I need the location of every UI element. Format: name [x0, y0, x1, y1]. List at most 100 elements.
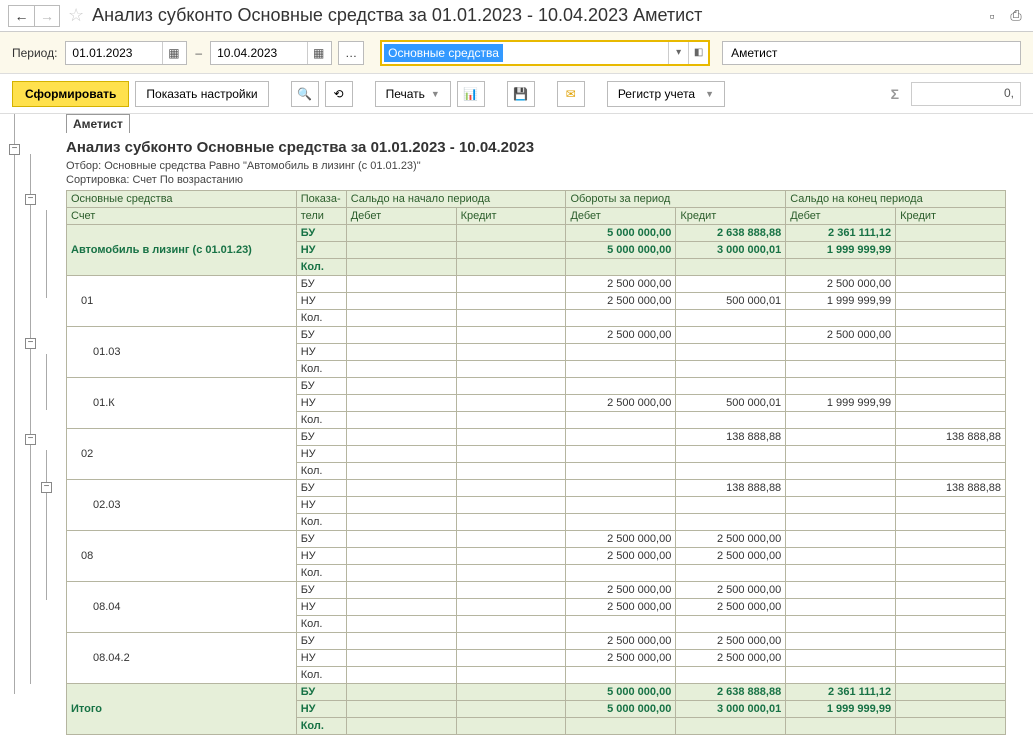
table-row[interactable]: 08 БУ 2 500 000,00 2 500 000,00 [67, 531, 1006, 548]
form-report-button[interactable]: Сформировать [12, 81, 129, 107]
table-row[interactable]: 01.03 БУ 2 500 000,00 2 500 000,00 [67, 327, 1006, 344]
envelope-icon: ✉ [566, 87, 576, 101]
cell [896, 327, 1006, 344]
table-row[interactable]: Автомобиль в лизинг (с 01.01.23) БУ 5 00… [67, 225, 1006, 242]
cell [676, 276, 786, 293]
report-table: Основные средства Показа- Сальдо на нача… [66, 190, 1006, 735]
chart-button[interactable]: 📊 [457, 81, 485, 107]
tree-collapse-node[interactable]: − [25, 194, 36, 205]
date-to-input[interactable] [211, 42, 307, 64]
row-name: 08.04.2 [67, 633, 297, 684]
col-indicator2: тели [296, 208, 346, 225]
cell [566, 429, 676, 446]
organization-input[interactable] [729, 45, 1014, 61]
register-button[interactable]: Регистр учета▼ [607, 81, 725, 107]
date-from-input[interactable] [66, 42, 162, 64]
cell [896, 361, 1006, 378]
cell [346, 548, 456, 565]
cell [676, 412, 786, 429]
cell [456, 667, 566, 684]
col-turn-debit: Дебет [566, 208, 676, 225]
tree-collapse-node[interactable]: − [41, 482, 52, 493]
cell [786, 497, 896, 514]
col-end-credit: Кредит [896, 208, 1006, 225]
popup-icon[interactable]: ◧ [688, 42, 708, 64]
period-picker-button[interactable]: … [338, 41, 364, 65]
indicator-cell: БУ [296, 327, 346, 344]
cell: 2 500 000,00 [676, 531, 786, 548]
cell [346, 412, 456, 429]
cell [676, 565, 786, 582]
cell: 5 000 000,00 [566, 225, 676, 242]
cell [456, 225, 566, 242]
row-name: 01.03 [67, 327, 297, 378]
cell [456, 633, 566, 650]
table-row[interactable]: 02 БУ 138 888,88 138 888,88 [67, 429, 1006, 446]
row-name: 02 [67, 429, 297, 480]
calendar-icon[interactable]: ▦ [307, 42, 329, 64]
cell [676, 514, 786, 531]
col-start-balance: Сальдо на начало периода [346, 191, 566, 208]
nav-forward-button[interactable]: → [34, 5, 60, 27]
chevron-down-icon[interactable]: ▾ [668, 42, 688, 64]
indicator-cell: НУ [296, 650, 346, 667]
tree-collapse-node[interactable]: − [25, 338, 36, 349]
calendar-icon[interactable]: ▦ [162, 42, 184, 64]
cell [896, 633, 1006, 650]
table-row[interactable]: 08.04 БУ 2 500 000,00 2 500 000,00 [67, 582, 1006, 599]
save-button[interactable]: 💾 [507, 81, 535, 107]
subkonto-selected: Основные средства [384, 44, 503, 62]
cell [566, 497, 676, 514]
cell [566, 344, 676, 361]
table-row[interactable]: 08.04.2 БУ 2 500 000,00 2 500 000,00 [67, 633, 1006, 650]
print-button[interactable]: Печать▼ [375, 81, 451, 107]
favorite-star-icon[interactable]: ☆ [68, 5, 84, 26]
cell: 2 500 000,00 [786, 327, 896, 344]
indicator-cell: БУ [296, 633, 346, 650]
table-row[interactable]: 01 БУ 2 500 000,00 2 500 000,00 [67, 276, 1006, 293]
cell [896, 242, 1006, 259]
nav-back-button[interactable]: ← [8, 5, 34, 27]
tree-collapse-node[interactable]: − [25, 434, 36, 445]
cell [786, 412, 896, 429]
cell [896, 378, 1006, 395]
search-button[interactable]: 🔍 [291, 81, 319, 107]
table-row[interactable]: 01.К БУ [67, 378, 1006, 395]
cell [346, 599, 456, 616]
cell [896, 293, 1006, 310]
cell [566, 378, 676, 395]
cell: 500 000,01 [676, 395, 786, 412]
cell [346, 293, 456, 310]
save-file-icon[interactable]: ▫ [983, 7, 1001, 25]
cell [346, 667, 456, 684]
cell [676, 667, 786, 684]
table-row[interactable]: Итого БУ 5 000 000,00 2 638 888,88 2 361… [67, 684, 1006, 701]
organization-field[interactable] [722, 41, 1021, 65]
cell [896, 599, 1006, 616]
date-from-field[interactable]: ▦ [65, 41, 187, 65]
email-button[interactable]: ✉ [557, 81, 585, 107]
report-sort: Сортировка: Счет По возрастанию [66, 174, 1033, 186]
refresh-button[interactable]: ⟲ [325, 81, 353, 107]
cell [346, 225, 456, 242]
tree-collapse-node[interactable]: − [9, 144, 20, 155]
indicator-cell: НУ [296, 497, 346, 514]
cell [786, 310, 896, 327]
print-icon[interactable]: ⎙ [1007, 7, 1025, 25]
cell [346, 480, 456, 497]
cell [346, 684, 456, 701]
show-settings-button[interactable]: Показать настройки [135, 81, 268, 107]
cell [346, 582, 456, 599]
cell [896, 701, 1006, 718]
cell: 2 500 000,00 [566, 395, 676, 412]
diskette-icon: 💾 [513, 87, 528, 101]
date-to-field[interactable]: ▦ [210, 41, 332, 65]
cell [566, 480, 676, 497]
cell: 2 500 000,00 [786, 276, 896, 293]
table-row[interactable]: 02.03 БУ 138 888,88 138 888,88 [67, 480, 1006, 497]
cell [456, 548, 566, 565]
cell [456, 650, 566, 667]
cell [896, 276, 1006, 293]
subkonto-field[interactable]: Основные средства ▾ ◧ [380, 40, 710, 66]
cell [676, 616, 786, 633]
